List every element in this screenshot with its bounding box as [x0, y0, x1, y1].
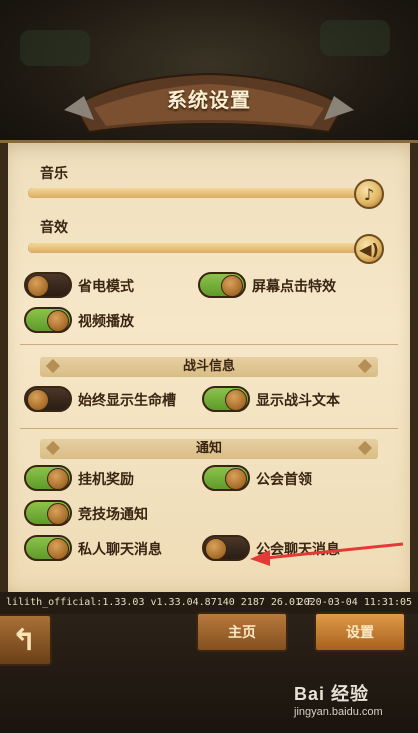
- battle-info-section-header: 战斗信息: [40, 357, 378, 377]
- notifications-section-title: 通知: [195, 441, 222, 456]
- watermark-url: jingyan.baidu.com: [294, 706, 383, 718]
- watermark-logo: Bai 经验: [294, 684, 370, 704]
- arena-label: 竞技场通知: [78, 507, 148, 523]
- arena-toggle[interactable]: [24, 500, 72, 526]
- guild-boss-label: 公会首领: [256, 472, 312, 488]
- background-decoration: [320, 20, 390, 56]
- toggle-knob: [225, 468, 247, 490]
- power-saving-label: 省电模式: [78, 279, 134, 295]
- page-title: 系统设置: [167, 88, 251, 112]
- afk-rewards-toggle[interactable]: [24, 465, 72, 491]
- divider: [20, 344, 398, 345]
- sfx-label: 音效: [40, 220, 68, 236]
- divider: [20, 428, 398, 429]
- toggle-knob: [47, 503, 69, 525]
- battle-text-toggle[interactable]: [202, 386, 250, 412]
- background-decoration: [20, 30, 90, 66]
- toggle-knob: [225, 389, 247, 411]
- home-button[interactable]: 主页: [196, 612, 288, 652]
- sfx-slider[interactable]: [28, 243, 368, 253]
- section-ornament: [357, 358, 373, 374]
- toggle-knob: [221, 275, 243, 297]
- battle-info-section-title: 战斗信息: [182, 359, 235, 374]
- section-ornament: [45, 358, 61, 374]
- panel-frame: [410, 143, 418, 598]
- settings-button[interactable]: 设置: [314, 612, 406, 652]
- power-saving-toggle[interactable]: [24, 272, 72, 298]
- version-bar: lilith_official:1.33.03 v1.33.04.87140 2…: [0, 592, 418, 614]
- section-ornament: [357, 440, 373, 456]
- video-playback-toggle[interactable]: [24, 307, 72, 333]
- guild-boss-toggle[interactable]: [202, 465, 250, 491]
- settings-button-label: 设置: [346, 625, 374, 641]
- video-playback-label: 视频播放: [78, 314, 134, 330]
- panel-frame: [0, 143, 8, 598]
- annotation-arrow-icon: [250, 542, 404, 566]
- private-chat-toggle[interactable]: [24, 535, 72, 561]
- private-chat-label: 私人聊天消息: [78, 542, 162, 558]
- toggle-knob: [205, 538, 227, 560]
- always-hp-bar-label: 始终显示生命槽: [78, 393, 176, 409]
- music-note-icon[interactable]: ♪: [354, 179, 384, 209]
- toggle-knob: [27, 275, 49, 297]
- guild-chat-toggle[interactable]: [202, 535, 250, 561]
- always-hp-bar-toggle[interactable]: [24, 386, 72, 412]
- section-ornament: [45, 440, 61, 456]
- speaker-icon[interactable]: ◀): [354, 234, 384, 264]
- tap-effects-label: 屏幕点击特效: [252, 279, 336, 295]
- back-arrow-icon: ↰: [11, 622, 37, 658]
- toggle-knob: [47, 468, 69, 490]
- home-button-label: 主页: [228, 625, 256, 641]
- notifications-section-header: 通知: [40, 439, 378, 459]
- afk-rewards-label: 挂机奖励: [78, 472, 134, 488]
- toggle-knob: [27, 389, 49, 411]
- toggle-knob: [47, 310, 69, 332]
- back-button[interactable]: ↰: [0, 614, 52, 666]
- tap-effects-toggle[interactable]: [198, 272, 246, 298]
- sfx-slider-fill: [28, 243, 368, 253]
- build-timestamp: 2020-03-04 11:31:05: [297, 597, 412, 608]
- toggle-knob: [47, 538, 69, 560]
- music-slider[interactable]: [28, 188, 368, 198]
- battle-text-label: 显示战斗文本: [256, 393, 340, 409]
- watermark: Bai 经验 jingyan.baidu.com: [294, 680, 404, 724]
- music-label: 音乐: [40, 166, 68, 182]
- music-slider-fill: [28, 188, 368, 198]
- build-info: lilith_official:1.33.03 v1.33.04.87140 2…: [6, 597, 314, 608]
- title-banner: 系统设置: [64, 66, 354, 138]
